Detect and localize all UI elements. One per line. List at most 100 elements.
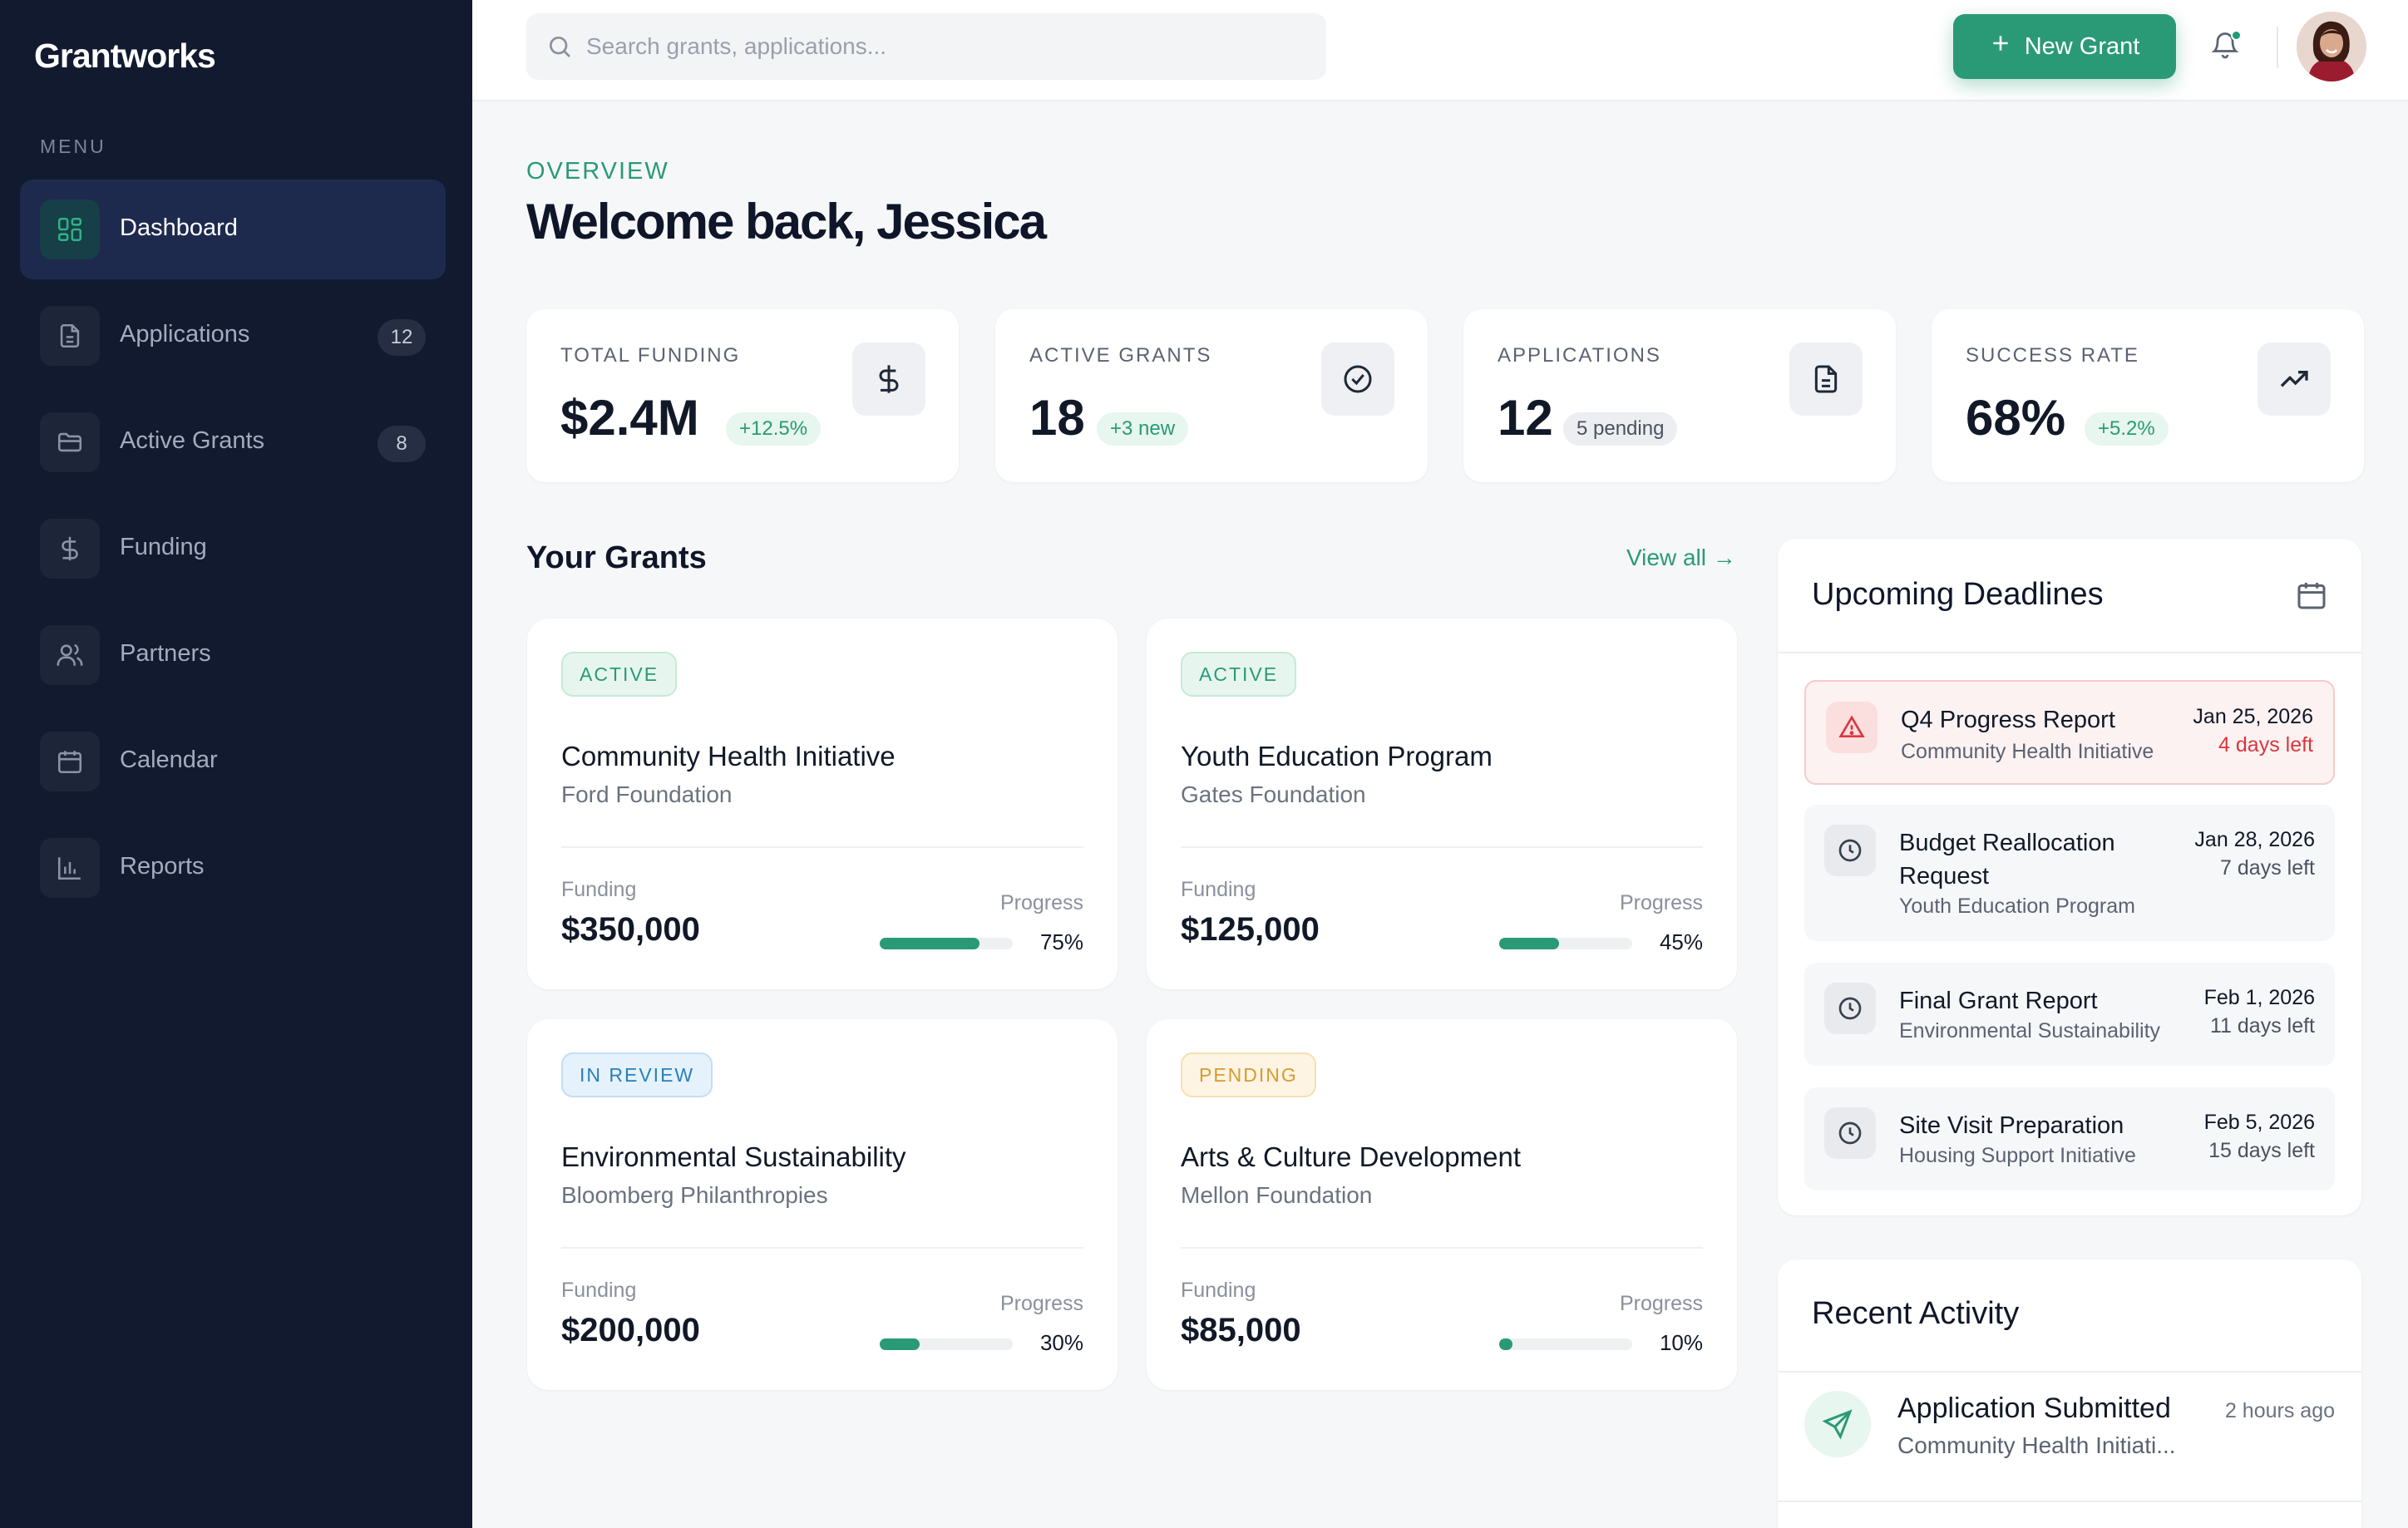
divider <box>1778 1501 2361 1502</box>
send-icon <box>1804 1391 1871 1457</box>
sidebar-item-funding[interactable]: Funding <box>20 499 446 599</box>
days-left: 11 days left <box>2209 1014 2315 1038</box>
progress-label: Progress <box>1619 891 1703 914</box>
progress-value: 30% <box>1039 1330 1083 1355</box>
funding-amount: $125,000 <box>1181 911 1320 948</box>
panel-header: Recent Activity <box>1778 1259 2361 1373</box>
grant-card[interactable]: ACTIVE Youth Education Program Gates Fou… <box>1147 619 1737 989</box>
status-badge: ACTIVE <box>561 652 678 697</box>
stat-change-badge: +12.5% <box>726 412 822 446</box>
plus-icon <box>1990 32 2011 61</box>
funding-label: Funding <box>561 1279 637 1302</box>
deadline-grant: Community Health Initiative <box>1901 740 2154 763</box>
deadline-title: Q4 Progress Report <box>1901 707 2115 733</box>
deadline-date: Jan 28, 2026 <box>2194 828 2315 851</box>
new-grant-button[interactable]: New Grant <box>1953 14 2176 79</box>
new-grant-label: New Grant <box>2024 32 2140 60</box>
top-bar: New Grant <box>472 0 2408 101</box>
sidebar-item-active-grants[interactable]: Active Grants 8 <box>20 392 446 492</box>
bell-icon <box>2210 32 2240 63</box>
view-all-link[interactable]: View all → <box>1626 545 1736 571</box>
count-badge: 12 <box>377 319 426 356</box>
stat-card-success-rate: SUCCESS RATE 68% +5.2% <box>1932 309 2364 482</box>
progress-value: 45% <box>1659 929 1703 954</box>
deadline-item[interactable]: Site Visit Preparation Housing Support I… <box>1804 1087 2335 1190</box>
sidebar: Grantworks MENU Dashboard Applications 1… <box>0 0 472 1528</box>
recent-activity-panel: Recent Activity Application Submitted Co… <box>1778 1259 2361 1528</box>
panel-title: Recent Activity <box>1812 1296 2020 1331</box>
grant-card[interactable]: PENDING Arts & Culture Development Mello… <box>1147 1019 1737 1390</box>
sidebar-nav: Dashboard Applications 12 Active Grants … <box>20 180 446 924</box>
grid-icon <box>40 200 100 259</box>
grant-title: Environmental Sustainability <box>561 1141 906 1172</box>
calendar-icon[interactable] <box>2295 579 2328 616</box>
grant-title: Community Health Initiative <box>561 741 896 771</box>
status-badge: PENDING <box>1181 1052 1316 1097</box>
clock-icon <box>1824 1107 1876 1159</box>
funding-label: Funding <box>1181 1279 1256 1302</box>
page-title: Welcome back, Jessica <box>526 194 1047 249</box>
divider <box>2277 27 2278 68</box>
bar-chart-icon <box>40 838 100 898</box>
stat-card-applications: APPLICATIONS 12 5 pending <box>1463 309 1896 482</box>
clock-icon <box>1824 983 1876 1034</box>
progress-fill <box>880 1338 920 1350</box>
users-icon <box>40 625 100 685</box>
deadline-grant: Environmental Sustainability <box>1899 1019 2161 1042</box>
count-badge: 8 <box>377 426 426 462</box>
document-icon <box>40 306 100 366</box>
activity-title[interactable]: Application Submitted <box>1897 1392 2171 1425</box>
sidebar-item-partners[interactable]: Partners <box>20 605 446 705</box>
days-left: 4 days left <box>2218 733 2313 757</box>
grant-organization: Mellon Foundation <box>1181 1182 1373 1208</box>
grant-organization: Ford Foundation <box>561 781 733 807</box>
status-badge: IN REVIEW <box>561 1052 713 1097</box>
sidebar-item-label: Reports <box>120 853 205 880</box>
progress-bar <box>880 938 1013 949</box>
deadline-item[interactable]: Budget Reallocation Request Youth Educat… <box>1804 805 2335 941</box>
search-box[interactable] <box>526 13 1326 80</box>
grant-card[interactable]: IN REVIEW Environmental Sustainability B… <box>527 1019 1118 1390</box>
sidebar-item-reports[interactable]: Reports <box>20 818 446 918</box>
activity-subtitle: Community Health Initiati... <box>1897 1432 2176 1458</box>
stat-change-badge: +5.2% <box>2085 412 2169 446</box>
progress-value: 75% <box>1039 929 1083 954</box>
notifications-button[interactable] <box>2210 30 2243 63</box>
sidebar-item-label: Active Grants <box>120 427 265 454</box>
progress-fill <box>880 938 979 949</box>
sidebar-item-dashboard[interactable]: Dashboard <box>20 180 446 279</box>
dollar-icon <box>852 343 925 416</box>
deadline-title: Site Visit Preparation <box>1899 1112 2124 1139</box>
grant-title: Youth Education Program <box>1181 741 1493 771</box>
stat-value: 12 <box>1498 390 1553 446</box>
progress-label: Progress <box>999 891 1083 914</box>
deadline-title: Budget Reallocation Request <box>1899 830 2115 890</box>
progress-label: Progress <box>999 1292 1083 1315</box>
sidebar-item-calendar[interactable]: Calendar <box>20 712 446 811</box>
sidebar-item-label: Partners <box>120 640 211 667</box>
check-circle-icon <box>1321 343 1394 416</box>
funding-amount: $200,000 <box>561 1312 700 1348</box>
alert-triangle-icon <box>1826 702 1878 753</box>
stat-value: $2.4M <box>560 390 699 446</box>
deadline-item[interactable]: Final Grant Report Environmental Sustain… <box>1804 963 2335 1066</box>
sidebar-item-label: Funding <box>120 534 207 560</box>
notification-dot <box>2231 30 2242 41</box>
overview-eyebrow: OVERVIEW <box>526 158 669 185</box>
search-icon <box>546 33 573 64</box>
deadline-item[interactable]: Q4 Progress Report Community Health Init… <box>1804 680 2335 785</box>
sidebar-item-applications[interactable]: Applications 12 <box>20 286 446 386</box>
brand-logo[interactable]: Grantworks <box>34 37 216 76</box>
section-title-your-grants: Your Grants <box>526 540 707 575</box>
menu-label: MENU <box>40 136 106 157</box>
grant-card[interactable]: ACTIVE Community Health Initiative Ford … <box>527 619 1118 989</box>
status-badge: ACTIVE <box>1181 652 1297 697</box>
deadline-date: Feb 1, 2026 <box>2203 986 2315 1009</box>
deadline-grant: Youth Education Program <box>1899 895 2135 918</box>
avatar[interactable] <box>2297 12 2366 81</box>
deadline-date: Feb 5, 2026 <box>2203 1111 2315 1134</box>
stat-card-active-grants: ACTIVE GRANTS 18 +3 new <box>995 309 1428 482</box>
search-input[interactable] <box>586 13 1301 80</box>
deadline-title: Final Grant Report <box>1899 988 2098 1014</box>
panel-header: Upcoming Deadlines <box>1778 539 2361 653</box>
